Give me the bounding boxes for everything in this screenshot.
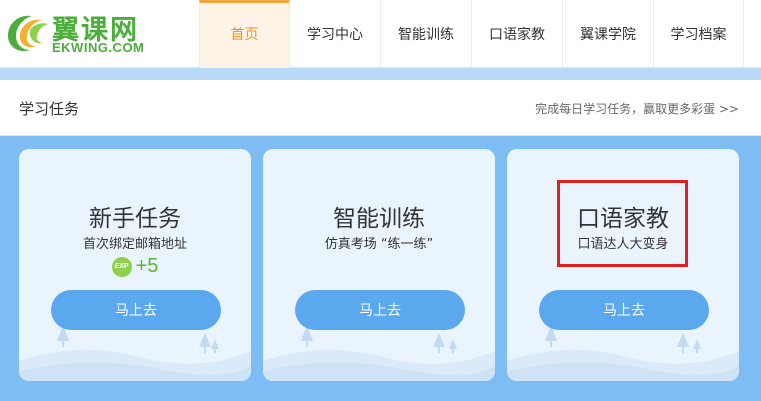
nav-item-oral-tutor[interactable]: 口语家教 xyxy=(471,0,562,68)
site-logo[interactable]: 翼课网 EKWING.COM xyxy=(2,6,152,60)
exp-reward: EXP +5 xyxy=(19,255,251,278)
card-subtitle: 仿真考场 “练一练” xyxy=(324,237,434,252)
header-divider-stripe xyxy=(0,68,761,80)
ekwing-logo-icon xyxy=(8,15,48,52)
highlight-box xyxy=(557,180,688,267)
main-nav: 首页 学习中心 智能训练 口语家教 翼课学院 学习档案 xyxy=(199,0,744,68)
panel-header: 学习任务 完成每日学习任务，赢取更多彩蛋 >> xyxy=(0,80,761,136)
exp-badge-icon: EXP xyxy=(111,256,132,277)
more-tasks-link[interactable]: 完成每日学习任务，赢取更多彩蛋 >> xyxy=(535,100,739,117)
nav-item-learning-center[interactable]: 学习中心 xyxy=(289,0,380,68)
nav-item-learning-records[interactable]: 学习档案 xyxy=(653,0,744,68)
nav-item-home[interactable]: 首页 xyxy=(199,0,289,68)
card-title: 智能训练 xyxy=(333,206,425,232)
nav-item-ekwing-academy[interactable]: 翼课学院 xyxy=(562,0,653,68)
go-button-newbie[interactable]: 马上去 xyxy=(51,290,221,330)
card-subtitle: 首次绑定邮箱地址 xyxy=(82,237,187,252)
panel-title: 学习任务 xyxy=(19,100,80,118)
nav-item-smart-training[interactable]: 智能训练 xyxy=(380,0,471,68)
task-card-smart-training: 智能训练 仿真考场 “练一练” 马上去 xyxy=(263,149,495,381)
go-button-oral-tutor[interactable]: 马上去 xyxy=(539,290,709,330)
top-header: 翼课网 EKWING.COM 首页 学习中心 智能训练 口语家教 翼课学院 学习… xyxy=(0,0,761,68)
reward-value: +5 xyxy=(135,255,159,277)
task-card-newbie: 新手任务 首次绑定邮箱地址 EXP +5 马上去 xyxy=(19,149,251,381)
logo-text-en: EKWING.COM xyxy=(52,40,145,55)
card-title: 新手任务 xyxy=(89,206,181,232)
go-button-smart-training[interactable]: 马上去 xyxy=(295,290,465,330)
